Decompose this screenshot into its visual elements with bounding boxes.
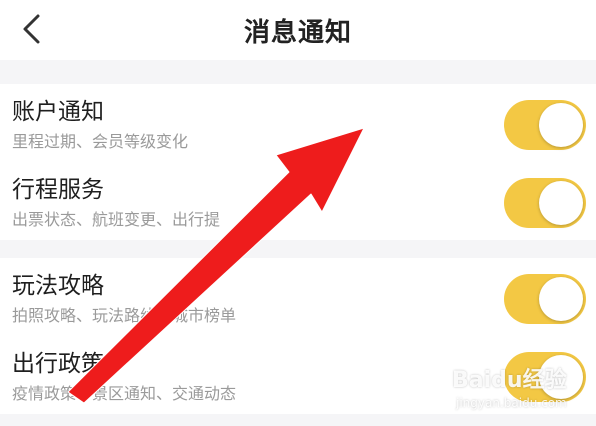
row-subtitle: 疫情政策、景区通知、交通动态 <box>12 384 237 403</box>
settings-row-account: 账户通知 里程过期、会员等级变化 <box>0 88 596 166</box>
row-subtitle: 出票状态、航班变更、出行提 <box>12 210 221 229</box>
toggle-knob <box>539 277 583 321</box>
toggle-knob <box>539 355 583 399</box>
notification-group-1: 账户通知 里程过期、会员等级变化 行程服务 出票状态、航班变更、出行提 <box>0 84 596 240</box>
header-bar: 消息通知 <box>0 0 596 60</box>
toggle-switch-account[interactable] <box>504 100 586 150</box>
settings-row-travel-policy: 出行政策 疫情政策、景区通知、交通动态 <box>0 340 596 418</box>
settings-row-trip-service: 行程服务 出票状态、航班变更、出行提 <box>0 166 596 244</box>
row-title: 出行政策 <box>12 351 104 377</box>
row-subtitle: 拍照攻略、玩法路线、城市榜单 <box>12 306 237 325</box>
toggle-knob <box>539 103 583 147</box>
toggle-switch-guides[interactable] <box>504 274 586 324</box>
row-title: 玩法攻略 <box>12 273 104 299</box>
row-title: 行程服务 <box>12 177 104 203</box>
toggle-switch-travel-policy[interactable] <box>504 352 586 402</box>
settings-row-guides: 玩法攻略 拍照攻略、玩法路线、城市榜单 <box>0 262 596 340</box>
notification-group-2: 玩法攻略 拍照攻略、玩法路线、城市榜单 出行政策 疫情政策、景区通知、交通动态 <box>0 258 596 414</box>
page-title: 消息通知 <box>243 18 352 48</box>
toggle-switch-trip-service[interactable] <box>504 178 586 228</box>
toggle-knob <box>539 181 583 225</box>
row-title: 账户通知 <box>12 99 104 125</box>
row-subtitle: 里程过期、会员等级变化 <box>12 132 189 151</box>
